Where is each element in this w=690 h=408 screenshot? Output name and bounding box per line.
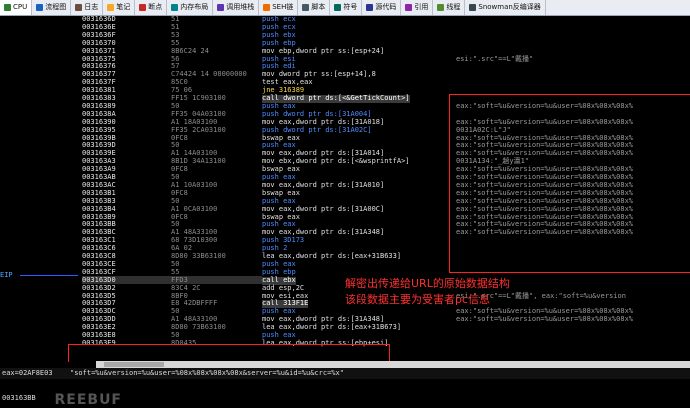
call-stack-icon [217, 4, 225, 11]
bytes-cell: 0FC8 [171, 212, 188, 221]
current-address: 003163BB [2, 394, 36, 402]
tab-12[interactable]: 线程 [433, 0, 466, 15]
bytes-cell: 51 [171, 16, 180, 23]
cpu-icon [4, 4, 11, 11]
tab-label: 日志 [84, 3, 99, 11]
horizontal-scrollbar[interactable] [96, 361, 690, 368]
threads-icon [437, 4, 445, 11]
tab-label: 流程图 [45, 3, 67, 11]
tab-label: 源代码 [375, 3, 397, 11]
status-highlight-box [68, 344, 390, 362]
bytes-cell: FF15 1C903100 [171, 94, 226, 102]
bytes-cell: 50 [171, 259, 180, 268]
tab-label: 脚本 [311, 3, 326, 11]
tab-7[interactable]: SEH链 [259, 0, 299, 15]
tab-bar: CPU 流程图 日志 笔记 断点 内存布局 调用堆栈 SEH链 脚本 符号 源代码 引用 线程 Snowm… [0, 0, 690, 16]
source-icon [366, 4, 374, 11]
tab-label: 引用 [414, 3, 429, 11]
bytes-cell: 53 [171, 30, 180, 39]
scrollbar-thumb[interactable] [104, 362, 164, 367]
comment-cell: esi:".src"==L"戴播" [456, 54, 534, 63]
tab-3[interactable]: 笔记 [103, 0, 136, 15]
info-bar: eax=02AF8E03 "soft=%u&version=%u&user=%0… [0, 368, 690, 379]
annotation-line-2: 该段数据主要为受害者pc信息 [345, 293, 491, 306]
tab-6[interactable]: 调用堆栈 [213, 0, 260, 15]
comment-highlight-box [449, 94, 690, 273]
bytes-cell: 0FC8 [171, 165, 188, 174]
tab-label: Snowman反编译器 [478, 3, 541, 11]
tab-4[interactable]: 断点 [135, 0, 168, 15]
memory-map-icon [171, 4, 179, 11]
tab-8[interactable]: 脚本 [298, 0, 331, 15]
script-icon [302, 4, 310, 11]
tab-label: 笔记 [116, 3, 131, 11]
bytes-cell: 0FC8 [171, 133, 188, 142]
tab-label: 符号 [343, 3, 358, 11]
disassembly-view[interactable]: EIP 0031636D 51 push ecx 0031636E 51 push ecx… [0, 16, 690, 362]
address-bar: 003163BB REEBUF [0, 380, 690, 408]
notes-icon [107, 4, 115, 11]
string-readout: "soft=%u&version=%u&user=%08x%08x%08x%08… [70, 369, 344, 377]
watermark-logo: REEBUF [54, 392, 122, 408]
bytes-cell: 8D80 73B63100 [171, 323, 226, 332]
tab-2[interactable]: 日志 [71, 0, 104, 15]
tab-13[interactable]: Snowman反编译器 [465, 0, 546, 15]
tab-label: 调用堆栈 [226, 3, 255, 11]
breakpoint-icon [139, 4, 147, 11]
comment-cell: eax:"soft=%u&version=%u&user=%08x%08x%08… [456, 315, 634, 324]
log-icon [75, 4, 83, 11]
graph-icon [36, 4, 44, 11]
tab-label: SEH链 [272, 3, 294, 11]
tab-label: 断点 [148, 3, 163, 11]
symbols-icon [334, 4, 342, 11]
snowman-icon [469, 4, 477, 11]
tab-label: 线程 [446, 3, 461, 11]
bytes-cell: 8D80 33B63100 [171, 252, 226, 260]
tab-11[interactable]: 引用 [401, 0, 434, 15]
bytes-cell: 8B6C24 24 [171, 46, 209, 55]
tab-label: 内存布局 [180, 3, 209, 11]
tab-10[interactable]: 源代码 [362, 0, 402, 15]
tab-5[interactable]: 内存布局 [167, 0, 214, 15]
tab-1[interactable]: 流程图 [32, 0, 72, 15]
register-readout: eax=02AF8E03 [2, 369, 53, 377]
bytes-cell: 56 [171, 54, 180, 63]
annotation-line-1: 解密出传递给URL的原始数据结构 [345, 277, 510, 290]
bytes-cell: 0FC8 [171, 188, 188, 197]
bytes-cell: 51 [171, 22, 180, 31]
tab-0[interactable]: CPU [0, 0, 33, 15]
references-icon [405, 4, 413, 11]
tab-9[interactable]: 符号 [330, 0, 363, 15]
seh-icon [263, 4, 271, 11]
tab-label: CPU [13, 3, 28, 11]
bytes-cell: E8 42DBFFFF [171, 299, 218, 308]
